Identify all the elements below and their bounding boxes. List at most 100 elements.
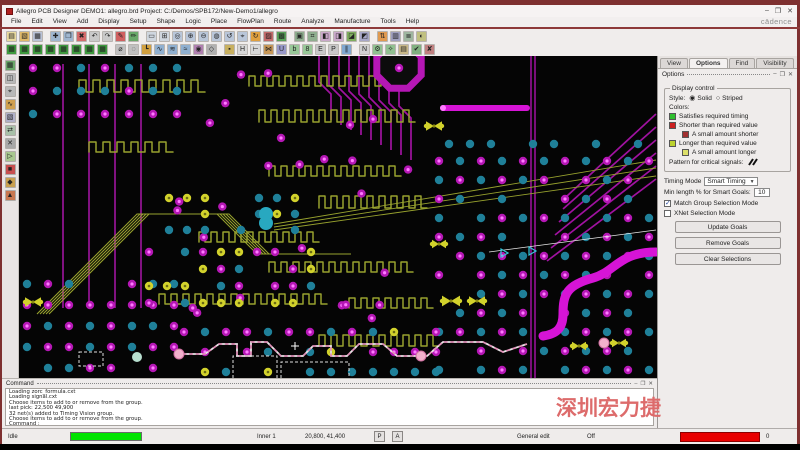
select-window-icon[interactable]: ▭ <box>146 30 157 42</box>
clear-selections-button[interactable]: Clear Selections <box>674 253 781 265</box>
redo-icon[interactable]: ↷ <box>102 30 113 42</box>
signal-probe-icon[interactable]: ✏ <box>128 30 139 42</box>
panel-close-icon[interactable]: ✕ <box>788 71 793 78</box>
save-drawing-icon[interactable]: ▦ <box>32 30 43 42</box>
application-mode-button[interactable]: A <box>392 431 403 442</box>
panel-collapse-icon[interactable]: – <box>773 71 776 78</box>
add-connect-icon[interactable]: ┗ <box>141 44 152 55</box>
maximize-button[interactable]: ❐ <box>775 7 781 15</box>
highlight-icon[interactable]: ◧ <box>320 30 331 42</box>
break-icon[interactable]: b <box>289 44 300 55</box>
show-measure-icon[interactable]: ⌗ <box>307 30 318 42</box>
layer-select-6-icon[interactable]: ▦ <box>71 44 82 55</box>
net-schedule-icon[interactable]: N <box>359 44 370 55</box>
style-radio-striped[interactable]: ○ Striped <box>712 95 743 102</box>
update-goals-button[interactable]: Update Goals <box>674 221 781 233</box>
menu-help[interactable]: Help <box>401 17 424 27</box>
undo-icon[interactable]: ↶ <box>89 30 100 42</box>
copy-icon[interactable]: ❐ <box>63 30 74 42</box>
command-close-icon[interactable]: ✕ <box>648 381 653 387</box>
layer-select-8-icon[interactable]: ▦ <box>97 44 108 55</box>
menu-shape[interactable]: Shape <box>152 17 181 27</box>
open-drawing-icon[interactable]: ▧ <box>19 30 30 42</box>
drc-markers-icon[interactable]: ▲ <box>4 190 16 201</box>
layer-select-5-icon[interactable]: ▦ <box>58 44 69 55</box>
wave-probe-icon[interactable]: ∿ <box>4 99 16 110</box>
auto-route-icon[interactable]: ⚙ <box>372 44 383 55</box>
show-element-icon[interactable]: ▣ <box>294 30 305 42</box>
layer-select-7-icon[interactable]: ▦ <box>84 44 95 55</box>
tab-find[interactable]: Find <box>728 58 756 68</box>
zoom-world-icon[interactable]: ◍ <box>211 30 222 42</box>
menu-route[interactable]: Route <box>269 17 296 27</box>
minimize-button[interactable]: – <box>765 7 769 15</box>
menu-display[interactable]: Display <box>93 17 124 27</box>
pour-shape-icon[interactable]: P <box>328 44 339 55</box>
menu-analyze[interactable]: Analyze <box>296 17 329 27</box>
command-collapse-icon[interactable]: – <box>634 381 637 387</box>
tab-visibility[interactable]: Visibility <box>756 58 794 68</box>
label-tune-icon[interactable]: ◩ <box>359 30 370 42</box>
rats-all-icon[interactable]: ◌ <box>128 44 139 55</box>
status-icon[interactable]: ◐ <box>416 30 427 42</box>
flow-route-icon[interactable]: ▷ <box>4 151 16 162</box>
menu-add[interactable]: Add <box>72 17 94 27</box>
create-via-icon[interactable]: ◉ <box>193 44 204 55</box>
checkbox-xnet-selection-mode[interactable]: XNet Selection Mode <box>664 210 791 217</box>
zoom-previous-icon[interactable]: ↺ <box>224 30 235 42</box>
redraw-icon[interactable]: ↻ <box>250 30 261 42</box>
snapshot-icon[interactable]: ◫ <box>4 73 16 84</box>
diff-pair-icon[interactable]: ∥ <box>341 44 352 55</box>
menu-view[interactable]: View <box>48 17 72 27</box>
layer-select-3-icon[interactable]: ▦ <box>32 44 43 55</box>
custom-smooth-icon[interactable]: ≈ <box>180 44 191 55</box>
color-priority-icon[interactable]: ▩ <box>276 30 287 42</box>
min-length-input[interactable]: 10 <box>753 188 770 197</box>
stop-command-icon[interactable]: ■ <box>4 164 16 175</box>
zoom-fit-icon[interactable]: ◎ <box>172 30 183 42</box>
edit-text-icon[interactable]: E <box>315 44 326 55</box>
menu-edit[interactable]: Edit <box>26 17 47 27</box>
cross-section-icon[interactable]: ≣ <box>403 30 414 42</box>
new-drawing-icon[interactable]: ▤ <box>6 30 17 42</box>
hug-trace-icon[interactable]: H <box>237 44 248 55</box>
constraint-manager-icon[interactable]: ▥ <box>390 30 401 42</box>
shadow-mode-icon[interactable]: ▨ <box>263 30 274 42</box>
command-float-icon[interactable]: ❐ <box>640 381 645 387</box>
menu-tools[interactable]: Tools <box>376 17 401 27</box>
drc-check-icon[interactable]: ✔ <box>411 44 422 55</box>
tab-options[interactable]: Options <box>688 58 728 68</box>
zoom-points-icon[interactable]: ⊞ <box>159 30 170 42</box>
pin-swap-icon[interactable]: ⇄ <box>4 125 16 136</box>
gloss-icon[interactable]: ✧ <box>385 44 396 55</box>
assign-color-icon[interactable]: ◪ <box>346 30 357 42</box>
layer-select-1-icon[interactable]: ▦ <box>6 44 17 55</box>
delay-tune-icon[interactable]: ≋ <box>167 44 178 55</box>
ratsnest-toggle-icon[interactable]: ✕ <box>4 138 16 149</box>
design-canvas[interactable] <box>19 40 661 378</box>
layer-select-2-icon[interactable]: ▦ <box>19 44 30 55</box>
close-button[interactable]: ✕ <box>787 7 793 15</box>
unrats-all-icon[interactable]: ⌀ <box>115 44 126 55</box>
menu-flowplan[interactable]: FlowPlan <box>232 17 269 27</box>
spread-between-voids-icon[interactable]: ⋈ <box>263 44 274 55</box>
select-filter-icon[interactable]: ▧ <box>4 112 16 123</box>
hug-contour-icon[interactable]: ⊢ <box>250 44 261 55</box>
layer-select-4-icon[interactable]: ▦ <box>45 44 56 55</box>
menu-place[interactable]: Place <box>206 17 232 27</box>
figure-eight-icon[interactable]: 8 <box>302 44 313 55</box>
flip-design-icon[interactable]: ⇅ <box>377 30 388 42</box>
coords-readout-icon[interactable]: ⌖ <box>4 86 16 97</box>
menu-logic[interactable]: Logic <box>180 17 206 27</box>
fix-icon[interactable]: ▪ <box>224 44 235 55</box>
menu-file[interactable]: File <box>6 17 26 27</box>
delete-icon[interactable]: ✖ <box>76 30 87 42</box>
move-icon[interactable]: ✚ <box>50 30 61 42</box>
via-structure-icon[interactable]: U <box>276 44 287 55</box>
drc-off-icon[interactable]: ✘ <box>424 44 435 55</box>
zoom-select-icon[interactable]: ⌖ <box>237 30 248 42</box>
property-edit-icon[interactable]: ✎ <box>115 30 126 42</box>
tab-view[interactable]: View <box>660 58 688 68</box>
panel-float-icon[interactable]: ❐ <box>780 71 785 78</box>
menu-setup[interactable]: Setup <box>125 17 152 27</box>
